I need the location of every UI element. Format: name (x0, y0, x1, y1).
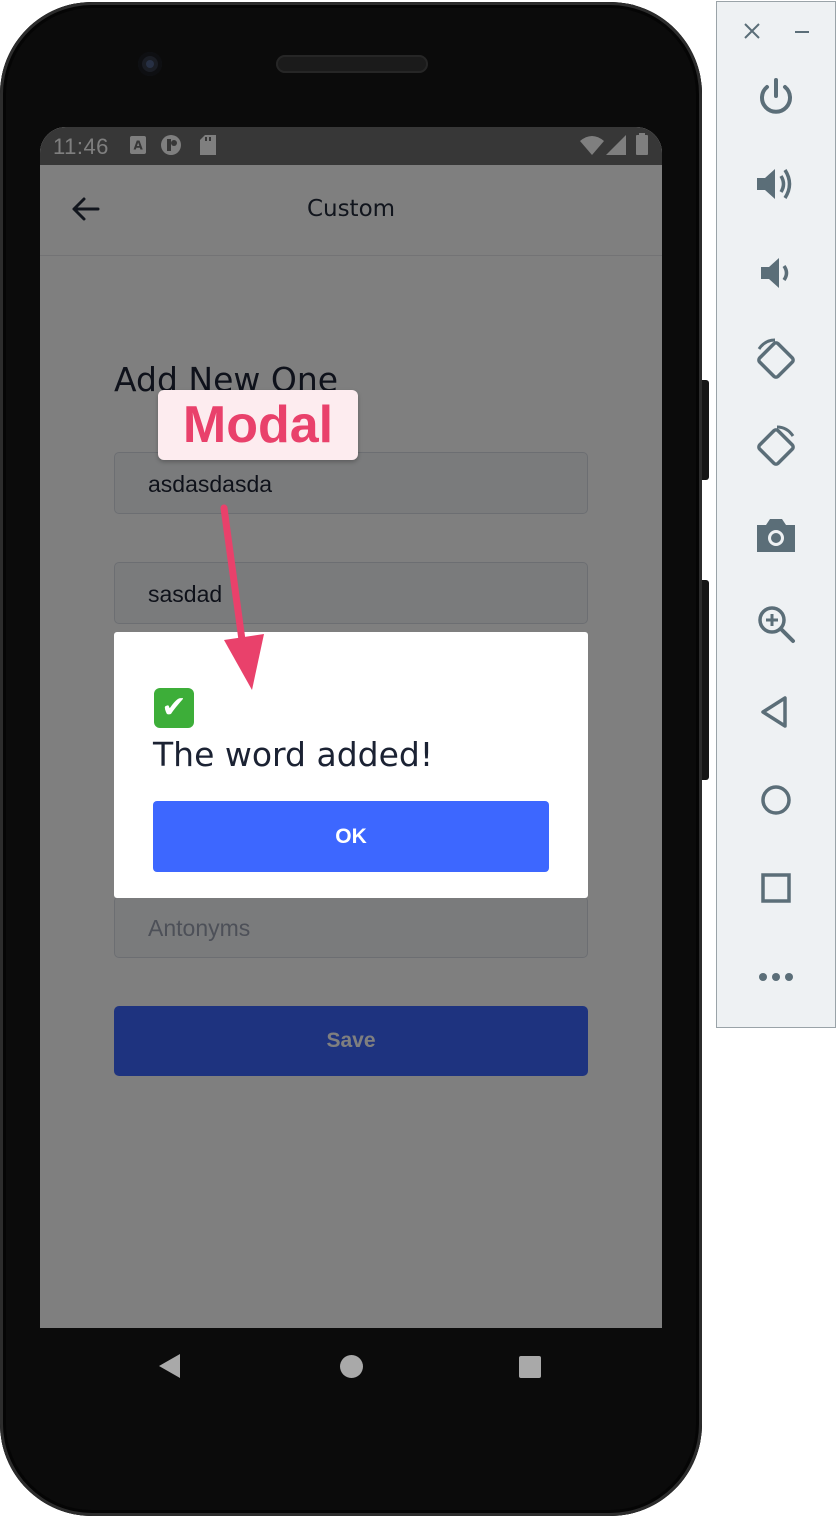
check-mark-icon: ✔ (154, 688, 194, 728)
phone-screen: 11:46 A Custom (40, 127, 662, 1328)
power-icon[interactable] (753, 74, 799, 120)
nav-back-icon[interactable] (158, 1353, 182, 1379)
front-camera (138, 52, 162, 76)
home-circle-icon[interactable] (753, 777, 799, 823)
close-icon[interactable] (743, 22, 761, 40)
minimize-icon[interactable] (795, 31, 809, 33)
emulator-toolbar (716, 1, 836, 1028)
rotate-left-icon[interactable] (753, 337, 799, 383)
annotation-label: Modal (158, 390, 358, 460)
android-nav-bar (40, 1328, 662, 1404)
modal-message: The word added! (153, 735, 434, 774)
zoom-icon[interactable] (753, 601, 799, 647)
camera-screenshot-icon[interactable] (753, 512, 799, 558)
nav-recents-icon[interactable] (519, 1356, 541, 1378)
rotate-right-icon[interactable] (753, 424, 799, 470)
phone-side-button-volume[interactable] (702, 580, 709, 780)
back-triangle-icon[interactable] (753, 689, 799, 735)
phone-side-button-power[interactable] (702, 380, 709, 480)
volume-up-icon[interactable] (753, 161, 799, 207)
success-modal: ✔ The word added! OK (114, 632, 588, 898)
more-options-icon[interactable] (753, 953, 799, 999)
earpiece-speaker (276, 55, 428, 73)
nav-home-icon[interactable] (340, 1355, 363, 1378)
overview-square-icon[interactable] (753, 865, 799, 911)
volume-down-icon[interactable] (753, 250, 799, 296)
ok-button[interactable]: OK (153, 801, 549, 872)
